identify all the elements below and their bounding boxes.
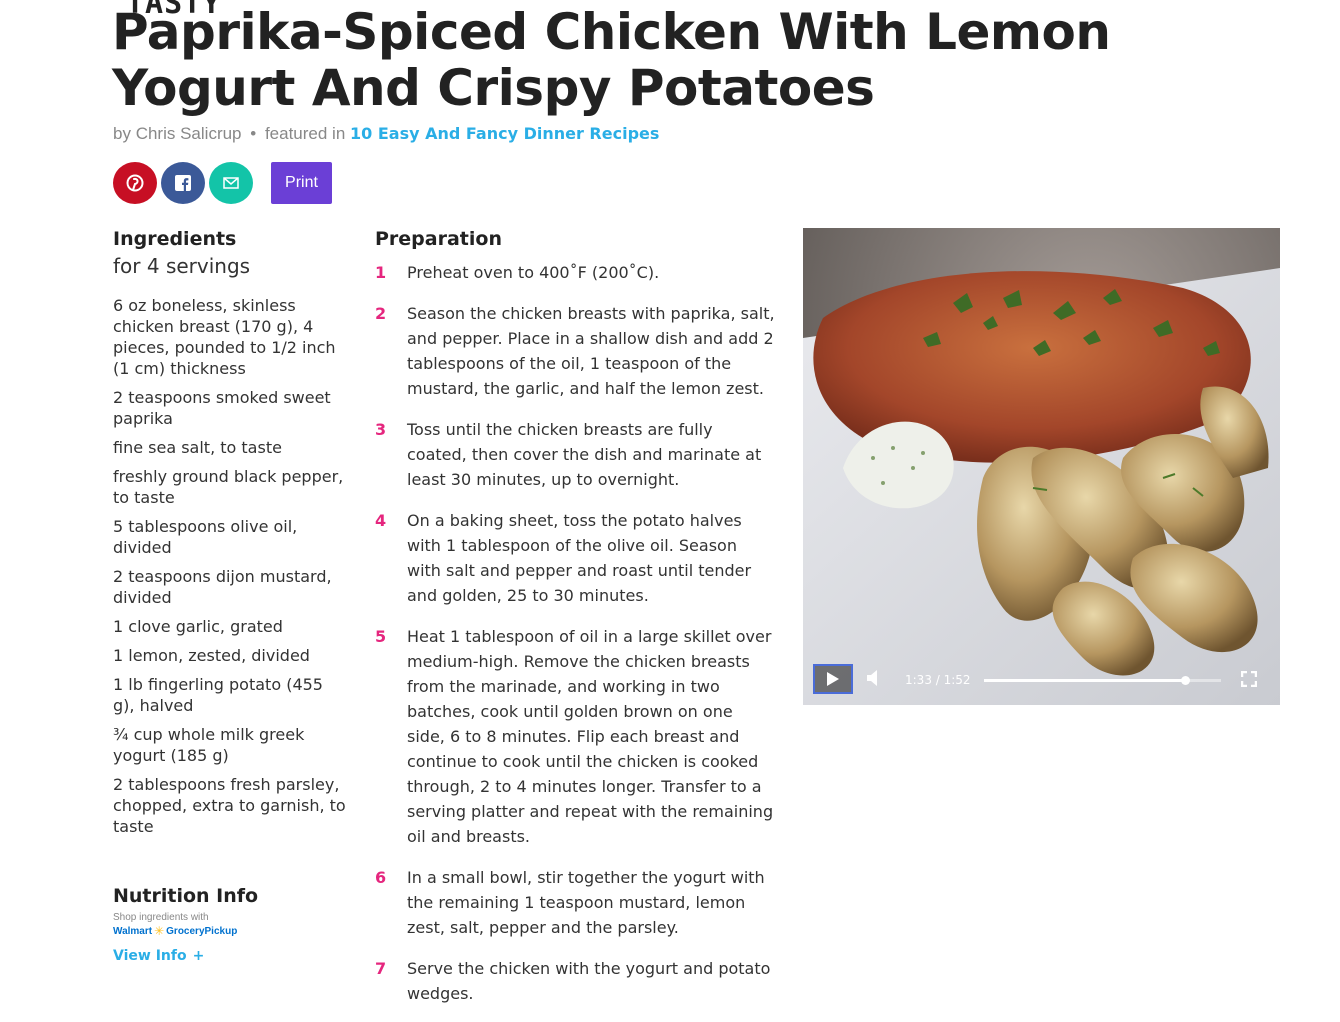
author-name[interactable]: Chris Salicrup [136,124,242,143]
ingredients-section: Ingredients for 4 servings 6 oz boneless… [113,228,348,845]
step-number: 5 [375,627,387,646]
video-frame-image [803,228,1280,705]
featured-prefix: featured in [264,124,346,143]
step-text: On a baking sheet, toss the potato halve… [407,511,752,605]
preparation-steps: 1 Preheat oven to 400˚F (200˚C). 2 Season … [375,260,775,1006]
progress-bar[interactable] [984,676,1221,685]
ingredient-item: freshly ground black pepper, to taste [113,467,344,507]
step-item: 1 Preheat oven to 400˚F (200˚C). [375,260,775,285]
servings-text: for 4 servings [113,254,251,278]
nutrition-heading: Nutrition Info [113,885,259,907]
ingredients-list: 6 oz boneless, skinless chicken breast (… [113,295,348,837]
step-text: In a small bowl, stir together the yogur… [407,868,765,937]
step-number: 6 [375,868,387,887]
ingredient-item: 2 tablespoons fresh parsley, chopped, ex… [113,775,346,836]
walmart-grocery-logo[interactable]: Walmart ✳ GroceryPickup [113,924,353,938]
shop-text: Shop ingredients with [113,912,209,923]
step-item: 6 In a small bowl, stir together the yogu… [375,865,775,940]
walmart-label: Walmart [113,925,153,937]
separator-dot: • [250,124,257,143]
share-bar: Print [113,162,332,204]
step-number: 2 [375,304,387,323]
email-button[interactable] [209,162,253,204]
facebook-button[interactable] [161,162,205,204]
step-item: 4 On a baking sheet, toss the potato halv… [375,508,775,608]
ingredient-item: ¾ cup whole milk greek yogurt (185 g) [113,725,305,765]
step-item: 3 Toss until the chicken breasts are full… [375,417,775,492]
video-time: 1:33 / 1:52 [905,673,971,687]
step-number: 4 [375,511,387,530]
step-text: Heat 1 tablespoon of oil in a large skil… [407,627,774,846]
step-text: Preheat oven to 400˚F (200˚C). [407,263,660,282]
ingredient-item: 2 teaspoons dijon mustard, divided [113,567,332,607]
byline: by Chris Salicrup • featured in 10 Easy … [113,124,659,144]
walmart-spark-icon: ✳ [154,924,165,938]
volume-button[interactable] [866,669,880,692]
step-number: 7 [375,959,387,978]
recipe-video-player[interactable]: 1:33 / 1:52 [803,228,1280,705]
pinterest-icon [126,174,144,192]
mail-icon [223,177,239,189]
ingredient-item: 1 clove garlic, grated [113,617,283,636]
ingredient-item: 1 lemon, zested, divided [113,646,310,665]
grocery-pickup-label: GroceryPickup [166,925,238,937]
preparation-heading: Preparation [375,228,502,250]
by-prefix: by [113,124,131,143]
ingredient-item: 6 oz boneless, skinless chicken breast (… [113,296,336,378]
play-button[interactable] [813,664,853,694]
ingredients-heading: Ingredients [113,228,237,250]
step-number: 3 [375,420,387,439]
ingredient-item: fine sea salt, to taste [113,438,282,457]
step-item: 5 Heat 1 tablespoon of oil in a large ski… [375,624,775,849]
step-item: 2 Season the chicken breasts with paprika… [375,301,775,401]
progress-fill [984,679,1186,682]
plus-icon: + [192,948,205,964]
nutrition-section: Nutrition Info Shop ingredients with Wal… [113,885,353,964]
print-button[interactable]: Print [271,162,332,204]
fullscreen-button[interactable] [1240,670,1258,692]
ingredient-item: 2 teaspoons smoked sweet paprika [113,388,331,428]
ingredient-item: 5 tablespoons olive oil, divided [113,517,298,557]
step-number: 1 [375,263,387,282]
step-item: 7 Serve the chicken with the yogurt and p… [375,956,775,1006]
preparation-section: Preparation 1 Preheat oven to 400˚F (200˚… [375,228,775,1022]
view-info-link[interactable]: View Info + [113,948,353,964]
step-text: Toss until the chicken breasts are fully… [407,420,762,489]
view-info-label: View Info [113,948,187,964]
featured-link[interactable]: 10 Easy And Fancy Dinner Recipes [350,124,659,143]
pinterest-button[interactable] [113,162,157,204]
recipe-title: Paprika-Spiced Chicken With Lemon Yogurt… [112,3,1111,117]
ingredient-item: 1 lb fingerling potato (455 g), halved [113,675,323,715]
facebook-icon [175,175,191,191]
step-text: Season the chicken breasts with paprika,… [407,304,775,398]
fullscreen-icon [1240,670,1258,688]
volume-icon [867,670,877,686]
play-icon [827,672,839,686]
step-text: Serve the chicken with the yogurt and po… [407,959,771,1003]
